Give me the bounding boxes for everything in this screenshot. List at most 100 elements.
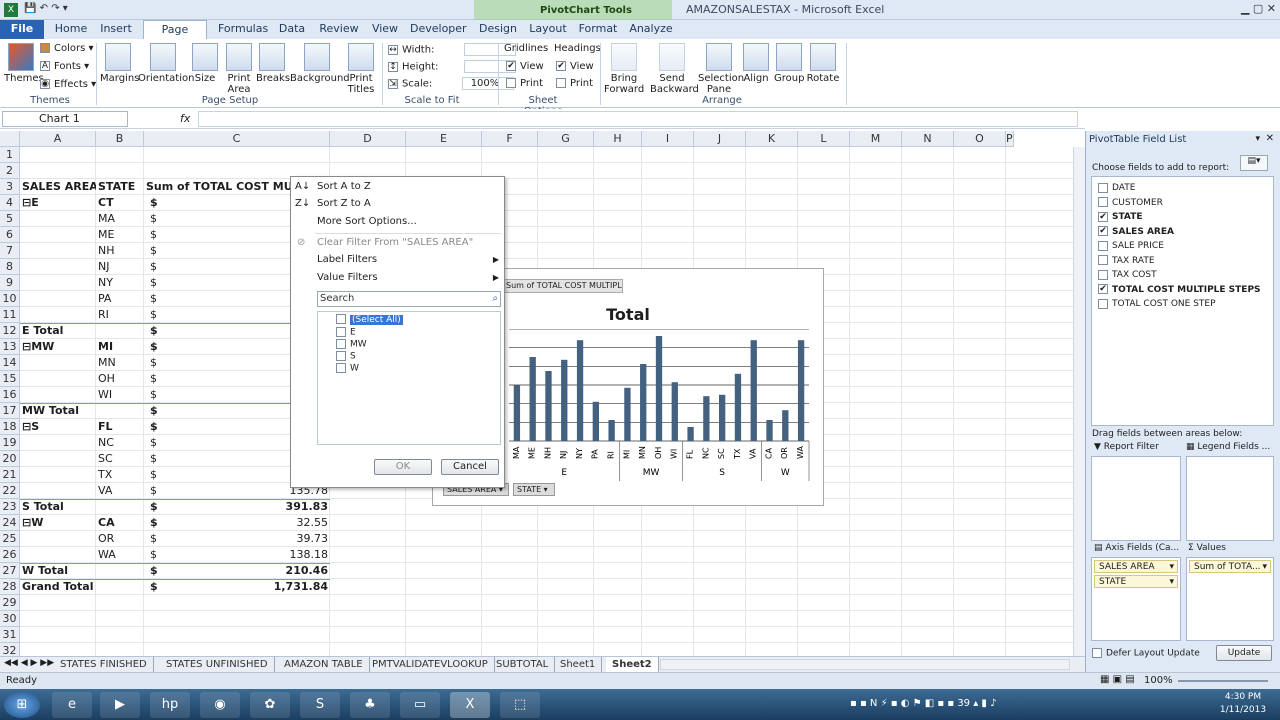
sheet-tab[interactable]: PMTVALIDATEVLOOKUP	[366, 657, 495, 673]
chart-bar-wa[interactable]	[797, 340, 805, 441]
row-header[interactable]: 18	[0, 419, 20, 435]
tab-developer[interactable]: Developer	[410, 20, 467, 39]
themes-button[interactable]: Themes	[4, 43, 44, 84]
field-checkbox[interactable]: ✔	[1098, 226, 1108, 236]
cell[interactable]: $	[148, 467, 168, 483]
breaks-button[interactable]: Breaks	[256, 43, 290, 84]
cell[interactable]: 1,731.84	[204, 579, 330, 595]
field-item[interactable]: TOTAL COST ONE STEP	[1098, 297, 1216, 311]
row-header[interactable]: 9	[0, 275, 20, 291]
cell[interactable]: SC	[96, 451, 144, 467]
chart-bar-ri[interactable]	[608, 420, 615, 441]
cell[interactable]: Grand Total	[20, 579, 96, 595]
cell[interactable]: NC	[96, 435, 144, 451]
cell[interactable]: ⊟W	[20, 515, 96, 531]
cell[interactable]: NH	[96, 243, 144, 259]
row-header[interactable]: 21	[0, 467, 20, 483]
colors-button[interactable]: Colors ▾	[40, 43, 94, 54]
cell[interactable]: PA	[96, 291, 144, 307]
quick-access-icons[interactable]: 💾 ↶ ↷ ▾	[24, 3, 68, 14]
cell[interactable]: $	[148, 499, 168, 515]
cell[interactable]: 39.73	[204, 531, 330, 547]
row-header[interactable]: 29	[0, 595, 20, 611]
size-button[interactable]: Size	[190, 43, 220, 84]
cell[interactable]: MA	[96, 211, 144, 227]
chart-bar-pa[interactable]	[592, 401, 599, 441]
column-header[interactable]: I	[642, 131, 694, 147]
cell[interactable]: E Total	[20, 323, 96, 339]
column-header[interactable]: P	[1006, 131, 1014, 147]
tab-review[interactable]: Review	[318, 20, 360, 39]
tab-format[interactable]: Format	[578, 20, 618, 39]
row-header[interactable]: 13	[0, 339, 20, 355]
field-item[interactable]: DATE	[1098, 181, 1135, 195]
snipping-icon[interactable]: ⬚	[500, 692, 540, 718]
start-button[interactable]: ⊞	[4, 692, 40, 718]
cell[interactable]: ME	[96, 227, 144, 243]
send-backward-button[interactable]: Send Backward	[650, 43, 699, 95]
chart-bar-tx[interactable]	[734, 373, 742, 441]
hp-icon[interactable]: hp	[150, 692, 190, 718]
orientation-button[interactable]: Orientation	[138, 43, 194, 84]
cell[interactable]: OH	[96, 371, 144, 387]
row-header[interactable]: 11	[0, 307, 20, 323]
field-checkbox[interactable]	[1098, 298, 1108, 309]
select-all-corner[interactable]	[0, 131, 20, 147]
label-filters-item[interactable]: Label Filters ▶	[317, 252, 499, 268]
chart-bar-wi[interactable]	[671, 382, 678, 441]
row-header[interactable]: 8	[0, 259, 20, 275]
field-checkbox[interactable]	[1098, 255, 1108, 265]
chart-bar-ca[interactable]	[766, 420, 773, 441]
cell[interactable]: 32.55	[204, 515, 330, 531]
selection-pane-button[interactable]: Selection Pane	[698, 43, 744, 95]
pane-close-icon[interactable]: ✕	[1266, 133, 1274, 144]
clear-filter-item[interactable]: Clear Filter From "SALES AREA"	[317, 235, 473, 251]
cell[interactable]: MW Total	[20, 403, 96, 419]
fonts-button[interactable]: A Fonts ▾	[40, 61, 89, 72]
chart-bar-sc[interactable]	[719, 394, 726, 441]
background-button[interactable]: Background	[290, 43, 350, 84]
row-header[interactable]: 10	[0, 291, 20, 307]
cancel-button[interactable]: Cancel	[441, 459, 499, 475]
media-player-icon[interactable]: ▶	[100, 692, 140, 718]
row-header[interactable]: 23	[0, 499, 20, 515]
gridlines-view-checkbox[interactable]: ✔ View	[506, 61, 544, 72]
cell[interactable]: $	[148, 355, 168, 371]
layout-options-button[interactable]: ▤▾	[1240, 155, 1268, 171]
tab-analyze[interactable]: Analyze	[628, 20, 674, 39]
tab-insert[interactable]: Insert	[98, 20, 134, 39]
chart-bar-ny[interactable]	[576, 340, 584, 441]
field-checkbox[interactable]: ✔	[1098, 284, 1108, 294]
cell[interactable]: ⊟E	[20, 195, 96, 211]
chart-bar-nh[interactable]	[545, 371, 552, 441]
more-sort-options-item[interactable]: More Sort Options...	[317, 214, 417, 230]
cell[interactable]: $	[148, 371, 168, 387]
pane-menu-icon[interactable]: ▾	[1255, 134, 1260, 144]
cell[interactable]: WI	[96, 387, 144, 403]
row-header[interactable]: 2	[0, 163, 20, 179]
field-item[interactable]: CUSTOMER	[1098, 196, 1163, 210]
cell[interactable]: $	[148, 211, 168, 227]
row-header[interactable]: 22	[0, 483, 20, 499]
column-header[interactable]: N	[902, 131, 954, 147]
headings-print-checkbox[interactable]: Print	[556, 78, 593, 89]
name-box[interactable]: Chart 1	[2, 111, 128, 127]
row-header[interactable]: 24	[0, 515, 20, 531]
formula-input[interactable]	[198, 111, 1078, 127]
tab-home[interactable]: Home	[54, 20, 88, 39]
column-header[interactable]: H	[594, 131, 642, 147]
cell[interactable]: OR	[96, 531, 144, 547]
cell[interactable]: WA	[96, 547, 144, 563]
column-header[interactable]: O	[954, 131, 1006, 147]
cell[interactable]: MN	[96, 355, 144, 371]
app2-icon[interactable]: ♣	[350, 692, 390, 718]
window-controls[interactable]: ▁ ▢ ✕	[1241, 2, 1276, 15]
cell[interactable]: ⊟S	[20, 419, 96, 435]
tab-file[interactable]: File	[0, 20, 44, 39]
row-header[interactable]: 3	[0, 179, 20, 195]
cell[interactable]: $	[148, 435, 168, 451]
cell[interactable]: CT	[96, 195, 144, 211]
column-header[interactable]: J	[694, 131, 746, 147]
search-input[interactable]: Search ⌕	[317, 291, 501, 307]
update-button[interactable]: Update	[1216, 645, 1272, 661]
